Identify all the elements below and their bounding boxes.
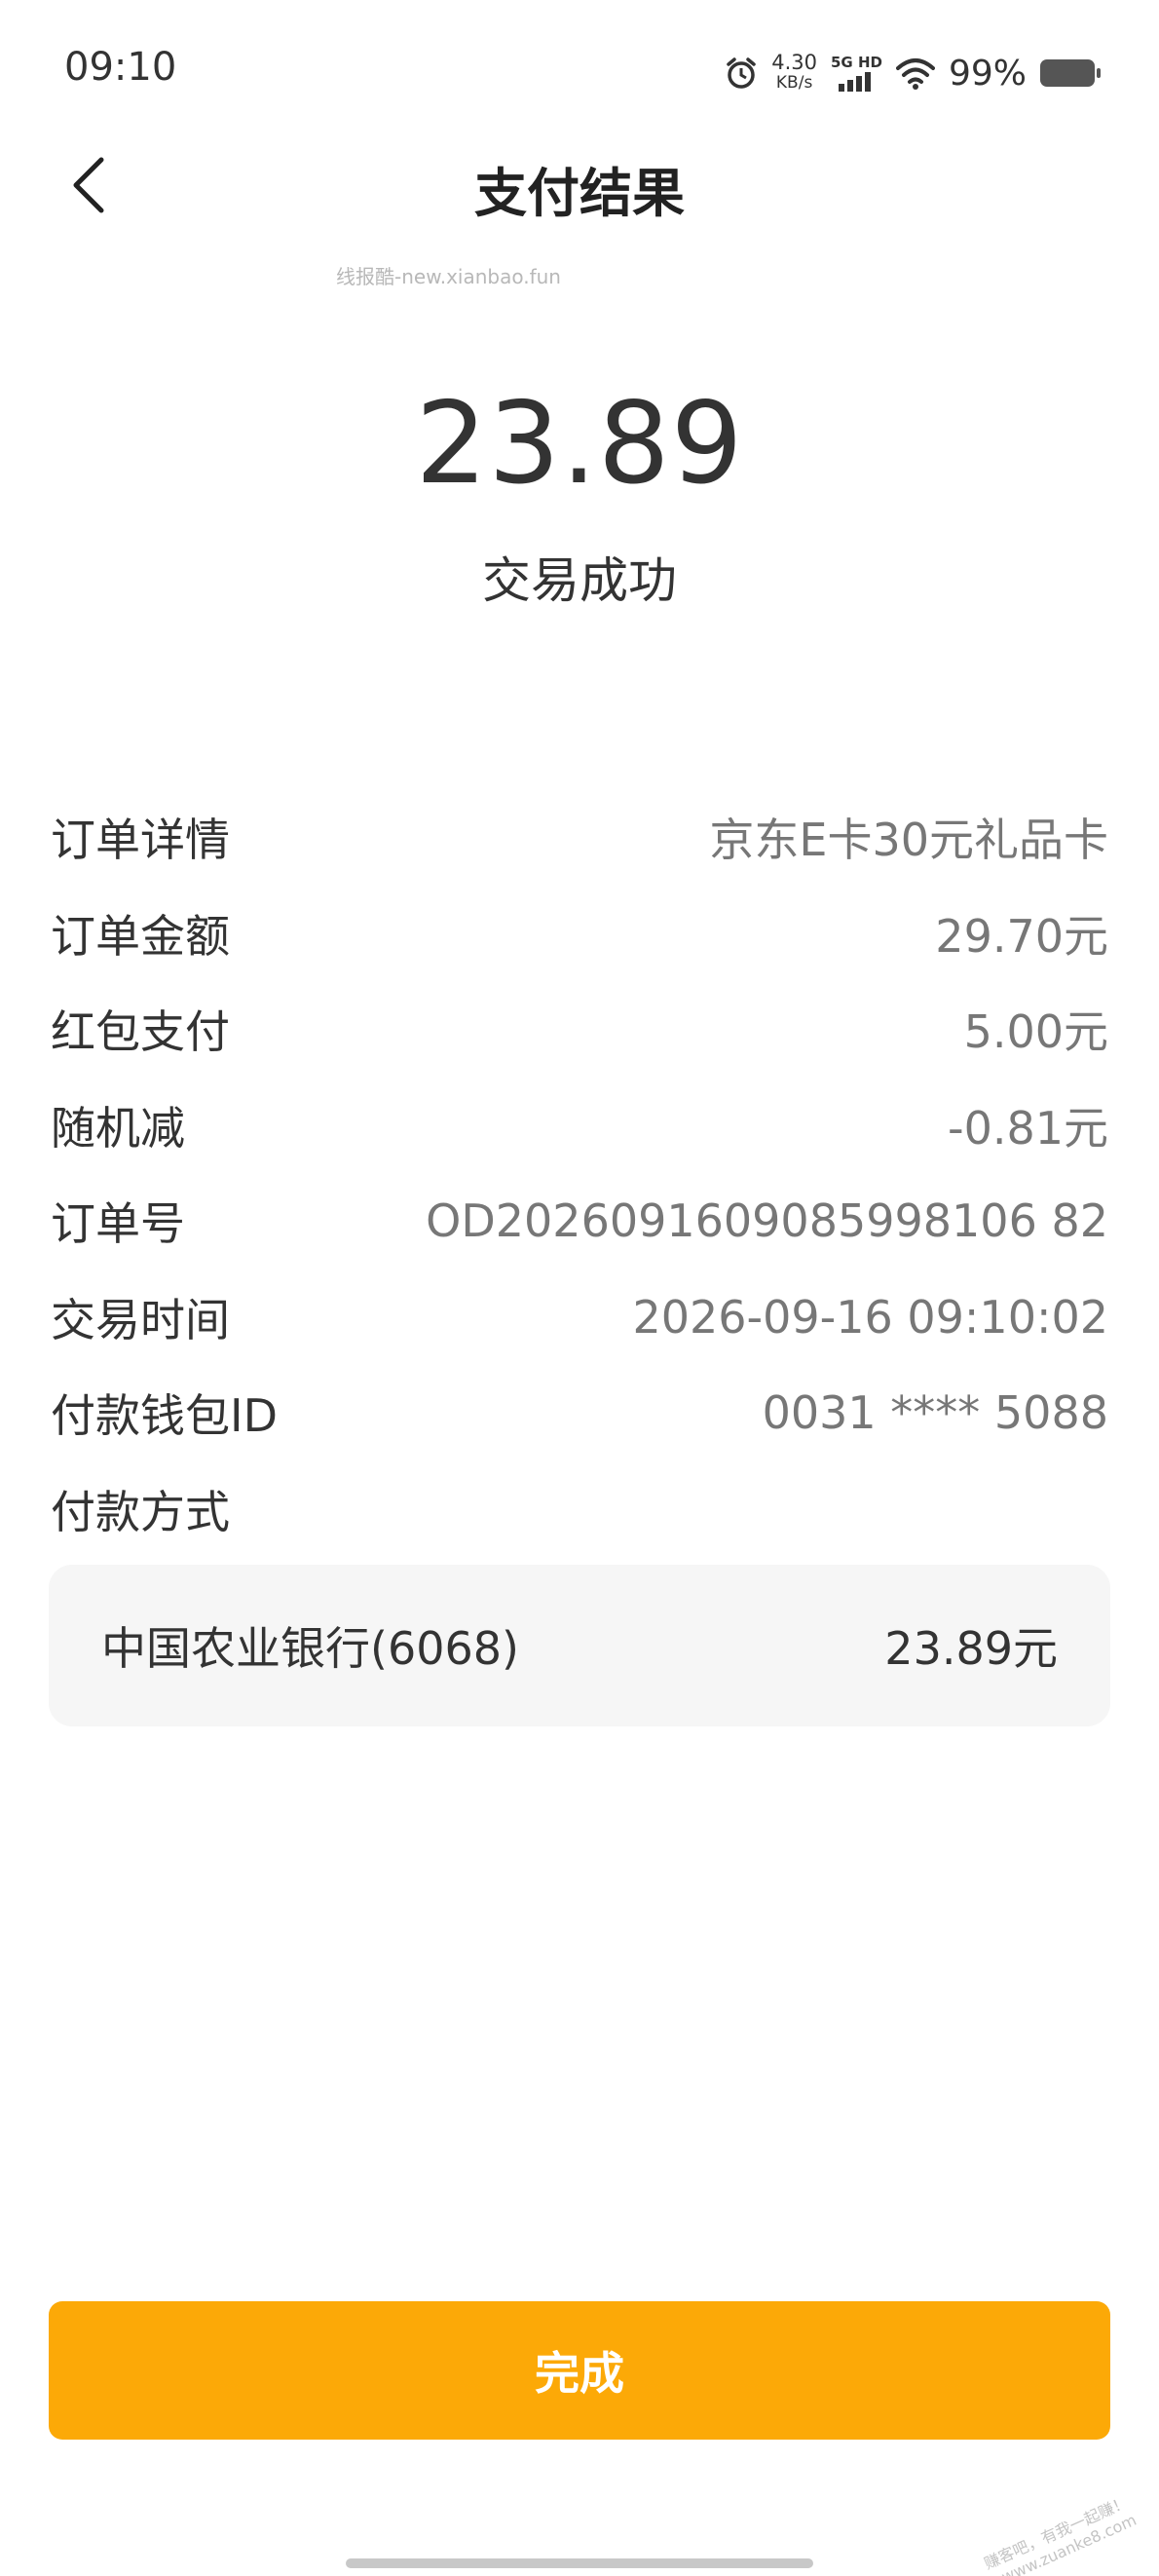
alarm-icon (727, 57, 756, 89)
detail-value: 0031 **** 5088 (762, 1386, 1108, 1440)
detail-row-order-detail: 订单详情 京东E卡30元礼品卡 (51, 789, 1108, 886)
detail-label: 交易时间 (51, 1293, 230, 1346)
detail-value: 5.00元 (963, 1005, 1108, 1059)
page-title: 支付结果 (474, 163, 685, 224)
detail-label: 订单详情 (51, 814, 230, 867)
home-indicator[interactable] (346, 2558, 813, 2568)
detail-label: 红包支付 (51, 1005, 230, 1059)
net-speed-unit: KB/s (775, 73, 813, 93)
done-button[interactable]: 完成 (49, 2301, 1110, 2440)
battery-icon (1040, 59, 1101, 87)
detail-value: -0.81元 (947, 1101, 1108, 1155)
order-details: 订单详情 京东E卡30元礼品卡 订单金额 29.70元 红包支付 5.00元 随… (51, 789, 1108, 1557)
status-bar: 09:10 4.30 KB/s 5G HD 99% (0, 0, 1159, 146)
detail-row-wallet-id: 付款钱包ID 0031 **** 5088 (51, 1365, 1108, 1461)
payment-result-page: 09:10 4.30 KB/s 5G HD 99% 支付结果 线报酷-new.x… (0, 0, 1159, 2576)
detail-label: 随机减 (51, 1101, 185, 1155)
detail-label: 付款钱包ID (51, 1389, 278, 1443)
bank-amount: 23.89元 (884, 1622, 1058, 1675)
watermark-stamp: 赚客吧，有我一起赚！ www.zuanke8.com (982, 2492, 1140, 2576)
watermark-text: 线报酷-new.xianbao.fun (336, 265, 561, 288)
detail-value: 2026-09-16 09:10:02 (632, 1290, 1108, 1344)
detail-row-random-discount: 随机减 -0.81元 (51, 1078, 1108, 1174)
nav-header: 支付结果 (0, 136, 1159, 234)
detail-value: 29.70元 (935, 909, 1108, 963)
detail-label: 付款方式 (51, 1485, 230, 1538)
status-icons: 4.30 KB/s 5G HD 99% (725, 49, 1101, 97)
signal-icon (839, 72, 872, 92)
detail-row-order-amount: 订单金额 29.70元 (51, 886, 1108, 982)
transaction-status: 交易成功 (482, 552, 677, 609)
signal-label: 5G HD (831, 54, 882, 71)
detail-value: OD2026091609085998106 82 (426, 1194, 1108, 1248)
battery-percent: 99% (948, 53, 1027, 94)
net-speed: 4.30 KB/s (771, 53, 817, 94)
detail-row-red-packet: 红包支付 5.00元 (51, 981, 1108, 1078)
detail-row-transaction-time: 交易时间 2026-09-16 09:10:02 (51, 1269, 1108, 1366)
detail-row-payment-method: 付款方式 (51, 1461, 1108, 1558)
bank-name: 中国农业银行(6068) (101, 1622, 519, 1675)
wifi-icon (895, 58, 935, 90)
payment-method-card: 中国农业银行(6068) 23.89元 (49, 1565, 1110, 1726)
detail-label: 订单号 (51, 1197, 185, 1251)
detail-row-order-number: 订单号 OD2026091609085998106 82 (51, 1173, 1108, 1269)
detail-value: 京东E卡30元礼品卡 (709, 814, 1108, 867)
signal-indicator: 5G HD (831, 55, 882, 92)
status-time: 09:10 (64, 45, 177, 90)
payment-amount: 23.89 (415, 378, 744, 510)
detail-label: 订单金额 (51, 909, 230, 963)
net-speed-value: 4.30 (771, 51, 817, 74)
